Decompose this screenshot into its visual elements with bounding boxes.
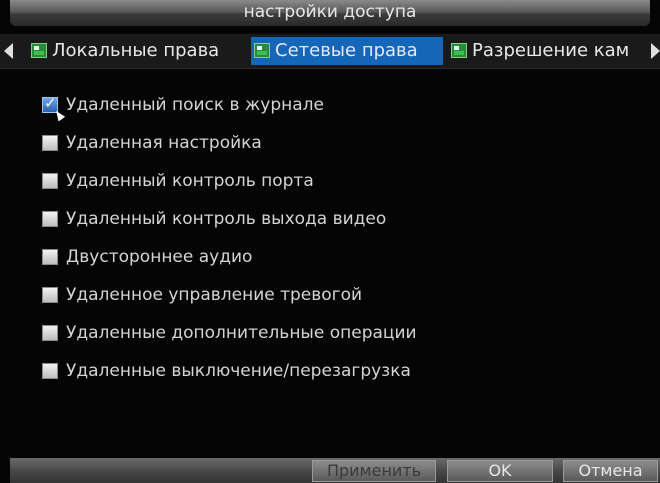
checkbox[interactable] (42, 325, 58, 341)
checkbox[interactable] (42, 173, 58, 189)
tab-scroll-right-icon[interactable] (651, 43, 660, 59)
tab-label: Локальные права (52, 40, 220, 61)
tab-camera-permission[interactable]: Разрешение кам (448, 37, 642, 65)
dialog-title: настройки доступа (10, 0, 650, 26)
tab-network-rights[interactable]: Сетевые права (251, 37, 443, 65)
checkbox[interactable] (42, 211, 58, 227)
checkbox[interactable] (42, 249, 58, 265)
checkbox[interactable] (42, 135, 58, 151)
checkbox[interactable] (42, 287, 58, 303)
permission-label: Удаленные выключение/перезагрузка (66, 361, 411, 381)
tab-label: Разрешение кам (472, 40, 630, 61)
picture-icon (254, 43, 270, 58)
tab-label: Сетевые права (275, 40, 418, 61)
tab-bar: Локальные права Сетевые права Разрешение… (0, 34, 660, 69)
tab-local-rights[interactable]: Локальные права (28, 37, 242, 65)
cancel-button[interactable]: Отмена (563, 460, 658, 482)
permission-label: Удаленный поиск в журнале (66, 95, 324, 115)
permission-label: Удаленные дополнительные операции (66, 323, 417, 343)
apply-button[interactable]: Применить (312, 460, 436, 482)
permission-label: Удаленный контроль выхода видео (66, 209, 387, 229)
permission-label: Удаленная настройка (66, 133, 262, 153)
permission-label: Удаленное управление тревогой (66, 285, 363, 305)
checkbox[interactable]: ✓ (42, 95, 66, 122)
ok-button[interactable]: OK (447, 460, 553, 482)
mouse-cursor-icon (52, 108, 66, 122)
picture-icon (451, 43, 467, 58)
permission-label: Двустороннее аудио (66, 247, 253, 267)
permission-label: Удаленный контроль порта (66, 171, 314, 191)
checkbox[interactable] (42, 363, 58, 379)
tab-scroll-left-icon[interactable] (4, 43, 13, 59)
access-settings-dialog: настройки доступа Локальные права Сетевы… (0, 0, 660, 483)
picture-icon (31, 43, 47, 58)
